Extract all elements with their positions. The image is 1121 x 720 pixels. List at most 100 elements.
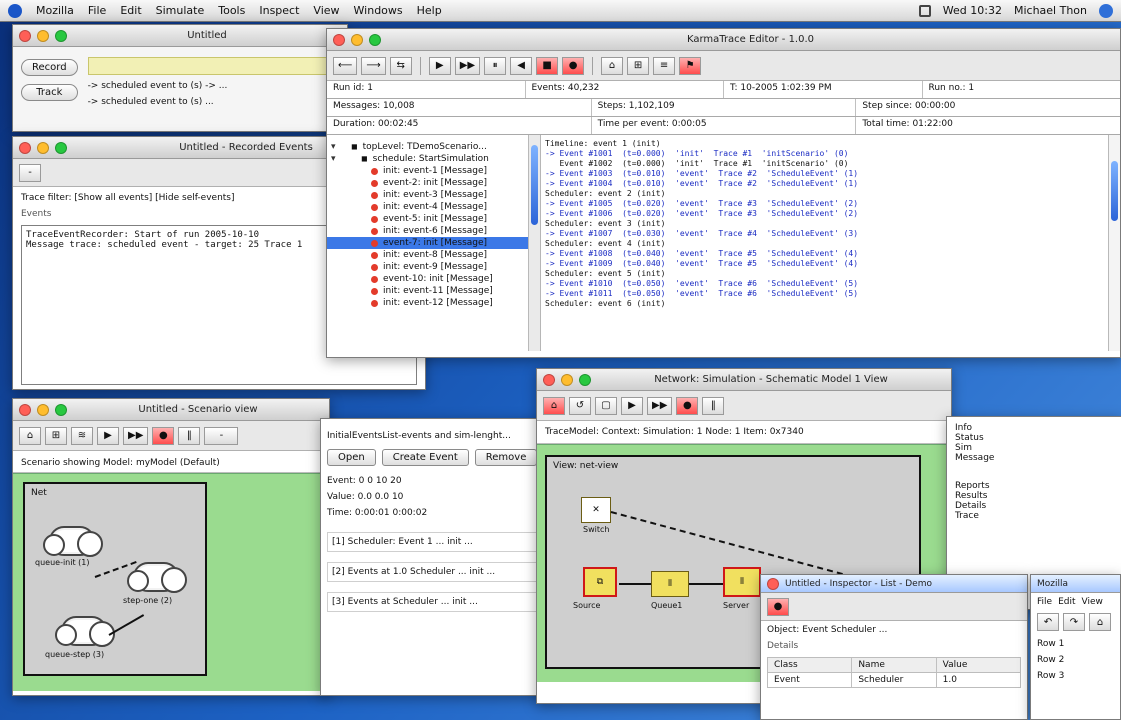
user-name[interactable]: Michael Thon [1014,4,1087,17]
tool-button[interactable]: ≋ [71,426,93,445]
tool-button[interactable]: ▶▶ [454,56,481,75]
center-list-item[interactable]: [3] Events at Scheduler ... init ... [327,592,545,612]
tree-row[interactable]: ▾ ◼ schedule: StartSimulation [327,153,528,165]
remove-button[interactable]: Remove [474,449,538,466]
mozilla-menu-item[interactable]: Edit [1058,597,1075,607]
tool-button[interactable]: ↷ [1063,613,1085,631]
flag-button[interactable]: ⚑ [679,56,702,75]
tree-row[interactable]: event-5: init [Message] [327,213,528,225]
event-tree[interactable]: ▾ ◼ topLevel: TDemoScenario... ▾ ◼ schedule: … [327,135,528,351]
pause-button[interactable]: ‖ [702,396,725,415]
table-header[interactable]: Name [852,658,937,672]
tool-button[interactable]: ⌂ [543,396,565,415]
tree-scrollbar[interactable] [528,135,540,351]
minimize-icon[interactable] [351,33,363,46]
minimize-icon[interactable] [37,29,49,42]
record-button[interactable]: Record [21,59,78,76]
tree-row[interactable]: init: event-8 [Message] [327,249,528,261]
close-icon[interactable] [767,577,779,590]
tool-button[interactable]: ⇆ [389,56,412,75]
graph-node[interactable]: ⫴ [723,567,761,597]
table-header[interactable]: Class [768,658,853,672]
log-scroll-thumb[interactable] [1111,161,1118,221]
close-icon[interactable] [543,373,555,386]
minimize-icon[interactable] [561,373,573,386]
tool-button[interactable]: ▶ [97,426,119,445]
stop-button[interactable]: ● [152,426,175,445]
scenario-canvas[interactable]: Net queue-init (1) step-one (2) queue-st… [13,473,329,691]
close-icon[interactable] [333,33,345,46]
tree-row[interactable]: init: event-1 [Message] [327,165,528,177]
tool-button[interactable]: ⟶ [361,56,386,75]
tool-button[interactable]: ▶ [621,396,643,415]
tree-row[interactable]: init: event-11 [Message] [327,285,528,297]
tool-button[interactable]: ▶▶ [123,426,149,445]
open-button[interactable]: Open [327,449,376,466]
center-list-item[interactable]: [2] Events at 1.0 Scheduler ... init ... [327,562,545,582]
zoom-icon[interactable] [55,403,67,416]
zoom-icon[interactable] [579,373,591,386]
tree-row[interactable]: event-2: init [Message] [327,177,528,189]
tree-row[interactable]: ▾ ◼ topLevel: TDemoScenario... [327,141,528,153]
mozilla-menu-item[interactable]: File [1037,597,1052,607]
mozilla-menu-item[interactable]: View [1082,597,1103,607]
record-button[interactable]: ● [562,56,585,75]
tree-row[interactable]: event-10: init [Message] [327,273,528,285]
tree-row[interactable]: init: event-4 [Message] [327,201,528,213]
menu-edit[interactable]: Edit [120,4,141,17]
cloud-node[interactable] [43,526,103,557]
tool-button[interactable]: ≡ [653,56,676,75]
zoom-icon[interactable] [55,141,67,154]
disclosure-triangle-icon[interactable]: ▾ [331,141,341,153]
stop-button[interactable]: ● [676,396,699,415]
tree-row[interactable]: init: event-9 [Message] [327,261,528,273]
tool-button[interactable]: ▶ [428,56,451,75]
disclosure-triangle-icon[interactable]: ▾ [331,153,341,165]
tool-button[interactable]: ↶ [1037,613,1059,631]
tool-button[interactable]: ⟵ [333,56,358,75]
close-icon[interactable] [19,403,31,416]
tool-button[interactable]: ● [767,597,789,616]
graph-node[interactable]: ⧉ [583,567,617,597]
tool-button[interactable]: ‖ [178,426,201,445]
create-event-button[interactable]: Create Event [381,449,469,466]
stop-button[interactable]: ■ [536,56,559,75]
zoom-icon[interactable] [369,33,381,46]
tool-button[interactable]: - [204,426,239,445]
tree-scroll-thumb[interactable] [531,145,538,225]
menu-tools[interactable]: Tools [218,4,245,17]
menu-help[interactable]: Help [417,4,442,17]
menu-view[interactable]: View [313,4,339,17]
table-row[interactable]: Event Scheduler 1.0 [768,673,1020,687]
graph-node[interactable]: ⫴ [651,571,689,597]
spotlight-icon[interactable] [1099,3,1113,18]
tool-button[interactable]: ⏸ [484,56,507,75]
menu-windows[interactable]: Windows [354,4,403,17]
cloud-node[interactable] [127,562,187,593]
switch-node[interactable]: ✕ [581,497,611,523]
close-icon[interactable] [19,141,31,154]
mozilla-row[interactable]: Row 1 [1037,639,1114,649]
tool-button[interactable]: ⊞ [627,56,650,75]
zoom-icon[interactable] [55,29,67,42]
tool-button[interactable]: ↺ [569,396,591,415]
log-scrollbar[interactable] [1108,135,1120,351]
menu-app-name[interactable]: Mozilla [36,4,74,17]
tree-row[interactable]: event-7: init [Message] [327,237,528,249]
clock-text[interactable]: Wed 10:32 [943,4,1002,17]
tool-button[interactable]: ⊞ [45,426,67,445]
wifi-icon[interactable] [918,4,931,17]
tool-button[interactable]: ⌂ [1089,613,1111,631]
tree-row[interactable]: init: event-6 [Message] [327,225,528,237]
menu-file[interactable]: File [88,4,106,17]
tool-button[interactable]: ⌂ [19,426,41,445]
center-list-item[interactable]: [1] Scheduler: Event 1 ... init ... [327,532,545,552]
menu-simulate[interactable]: Simulate [156,4,205,17]
minimize-icon[interactable] [37,141,49,154]
cloud-node[interactable] [55,616,115,647]
tool-button[interactable]: ▶▶ [647,396,673,415]
mozilla-row[interactable]: Row 2 [1037,655,1114,665]
tool-button[interactable]: ▢ [595,396,617,415]
log-text[interactable]: Timeline: event 1 (init) -> Event #1001 (… [541,135,1108,351]
tool-button[interactable]: ◀ [510,56,533,75]
